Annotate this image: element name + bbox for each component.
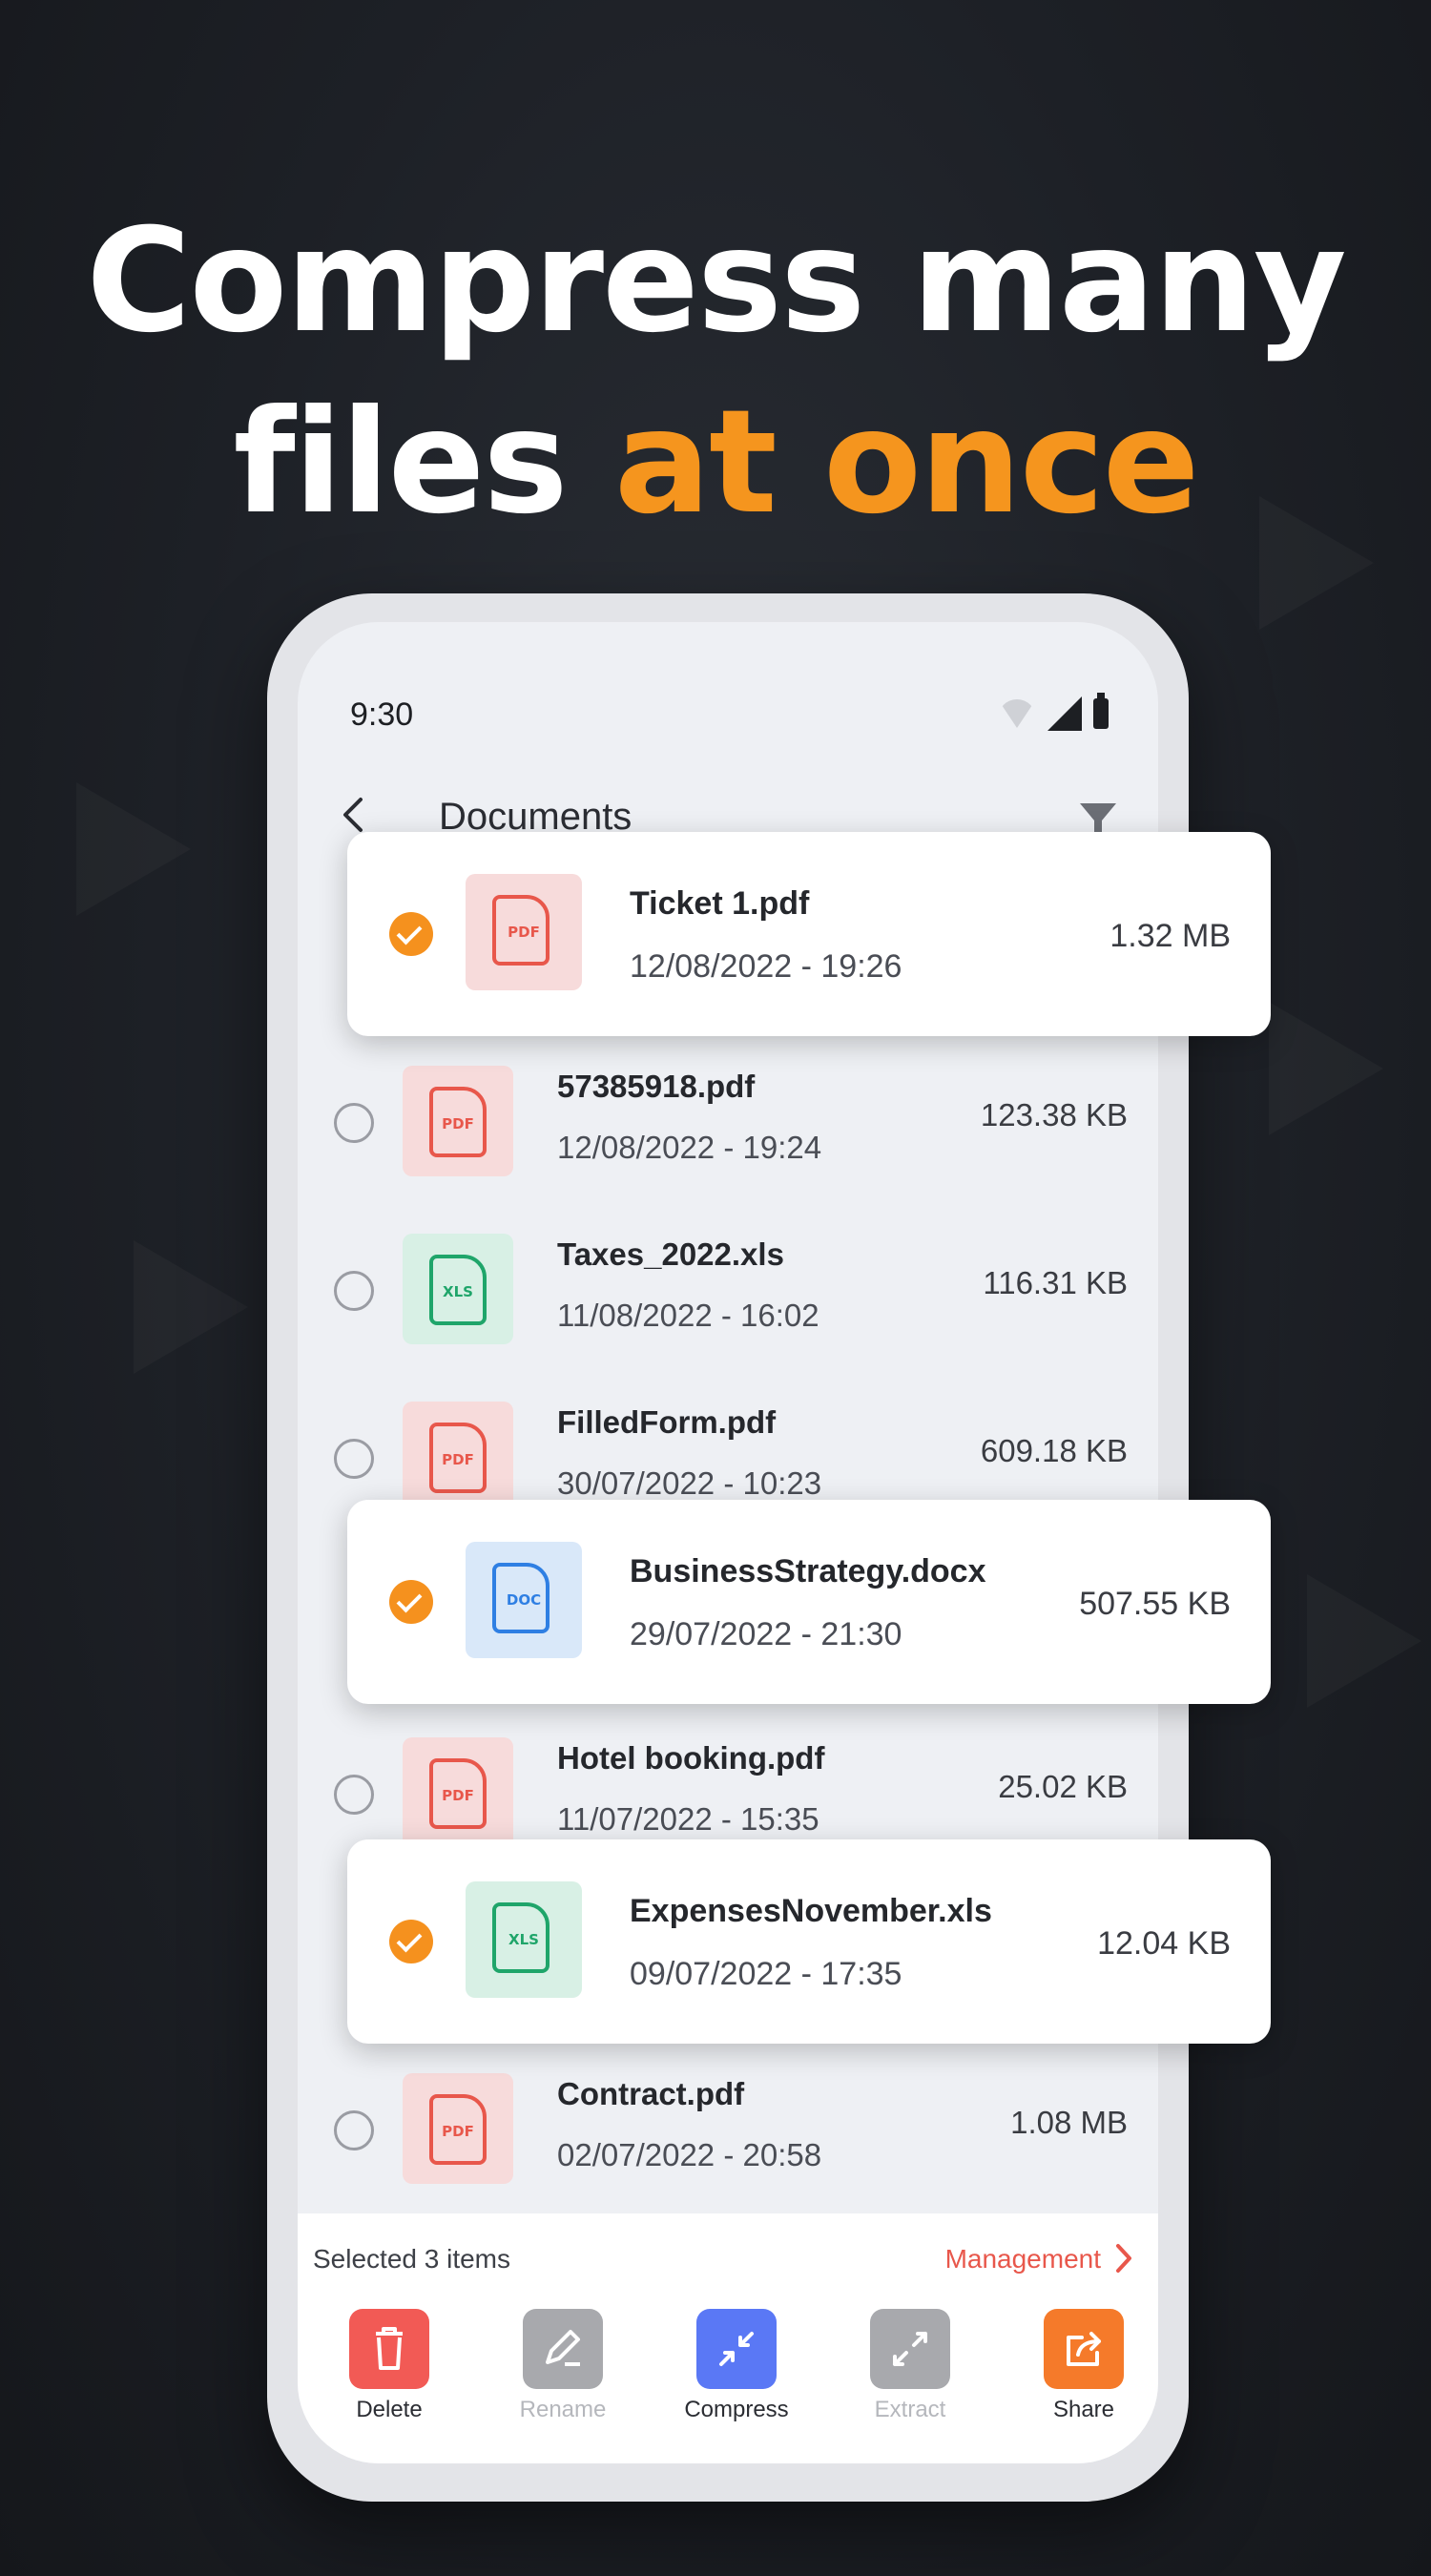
- battery-icon: [1093, 693, 1109, 729]
- pdf-file-icon: PDF: [403, 1737, 513, 1848]
- share-icon: [1044, 2309, 1124, 2389]
- file-card-selected[interactable]: PDF Ticket 1.pdf 12/08/2022 - 19:26 1.32…: [347, 832, 1271, 1036]
- file-name: FilledForm.pdf: [557, 1404, 777, 1440]
- extract-label: Extract: [874, 2397, 946, 2422]
- compress-arrows-icon: [696, 2309, 777, 2389]
- file-date: 29/07/2022 - 21:30: [630, 1616, 902, 1652]
- share-button[interactable]: Share: [1007, 2309, 1158, 2423]
- checkmark-icon[interactable]: [389, 912, 433, 956]
- file-size: 609.18 KB: [980, 1433, 1128, 1468]
- headline-line-1: Compress many: [86, 198, 1346, 364]
- file-size: 116.31 KB: [983, 1265, 1128, 1300]
- file-date: 30/07/2022 - 10:23: [557, 1465, 822, 1501]
- file-name: ExpensesNovember.xls: [630, 1893, 992, 1929]
- file-date: 02/07/2022 - 20:58: [557, 2137, 822, 2172]
- radio-unchecked[interactable]: [334, 1439, 374, 1479]
- chevron-right-icon[interactable]: [1110, 2242, 1137, 2275]
- doc-file-icon: DOC: [466, 1542, 582, 1658]
- pencil-icon: [523, 2309, 603, 2389]
- rename-label: Rename: [519, 2397, 607, 2422]
- background-triangle: [76, 782, 191, 916]
- file-date: 12/08/2022 - 19:24: [557, 1130, 822, 1165]
- background-triangle: [134, 1240, 248, 1374]
- trash-icon: [349, 2309, 429, 2389]
- file-name: Hotel booking.pdf: [557, 1740, 825, 1776]
- headline-plain: files: [233, 380, 614, 546]
- delete-label: Delete: [356, 2397, 423, 2422]
- file-row[interactable]: PDF Contract.pdf 02/07/2022 - 20:58 1.08…: [298, 2049, 1158, 2217]
- pdf-file-icon: PDF: [466, 874, 582, 990]
- file-date: 11/08/2022 - 16:02: [557, 1298, 819, 1333]
- status-time: 9:30: [350, 696, 414, 733]
- file-date: 11/07/2022 - 15:35: [557, 1801, 819, 1837]
- share-label: Share: [1052, 2397, 1115, 2422]
- file-name: 57385918.pdf: [557, 1069, 756, 1104]
- file-card-selected[interactable]: DOC BusinessStrategy.docx 29/07/2022 - 2…: [347, 1500, 1271, 1704]
- pdf-file-icon: PDF: [403, 1066, 513, 1176]
- headline-accent: at once: [613, 380, 1200, 546]
- file-size: 507.55 KB: [1079, 1586, 1231, 1622]
- radio-unchecked[interactable]: [334, 1103, 374, 1143]
- radio-unchecked[interactable]: [334, 1271, 374, 1311]
- back-arrow-icon[interactable]: [338, 796, 368, 834]
- file-card-selected[interactable]: XLS ExpensesNovember.xls 09/07/2022 - 17…: [347, 1839, 1271, 2044]
- file-size: 1.32 MB: [1110, 918, 1231, 954]
- file-name: Ticket 1.pdf: [630, 885, 810, 922]
- pdf-file-icon: PDF: [403, 2073, 513, 2184]
- file-size: 123.38 KB: [980, 1097, 1128, 1132]
- management-link[interactable]: Management: [945, 2244, 1101, 2275]
- file-size: 25.02 KB: [998, 1769, 1128, 1804]
- compress-button[interactable]: Compress: [660, 2309, 813, 2423]
- signal-icon: [1047, 696, 1082, 731]
- status-icons: [998, 693, 1109, 731]
- radio-unchecked[interactable]: [334, 1775, 374, 1815]
- checkmark-icon[interactable]: [389, 1920, 433, 1963]
- file-name: Taxes_2022.xls: [557, 1236, 784, 1272]
- xls-file-icon: XLS: [403, 1234, 513, 1344]
- wifi-icon: [998, 699, 1036, 728]
- file-size: 12.04 KB: [1097, 1925, 1231, 1962]
- pdf-file-icon: PDF: [403, 1402, 513, 1512]
- selected-count: Selected 3 items: [313, 2244, 510, 2274]
- headline-line-2: files at once: [0, 372, 1431, 553]
- file-row[interactable]: PDF 57385918.pdf 12/08/2022 - 19:24 123.…: [298, 1042, 1158, 1210]
- headline: Compress many files at once: [0, 191, 1431, 553]
- file-name: Contract.pdf: [557, 2076, 745, 2111]
- compress-label: Compress: [684, 2397, 789, 2422]
- expand-arrows-icon: [870, 2309, 950, 2389]
- background-triangle: [1269, 1002, 1383, 1135]
- radio-unchecked[interactable]: [334, 2110, 374, 2150]
- selection-panel: Selected 3 items Management Delete Renam…: [298, 2213, 1158, 2463]
- file-date: 12/08/2022 - 19:26: [630, 948, 902, 985]
- extract-button[interactable]: Extract: [834, 2309, 986, 2423]
- xls-file-icon: XLS: [466, 1881, 582, 1998]
- delete-button[interactable]: Delete: [313, 2309, 466, 2423]
- rename-button[interactable]: Rename: [487, 2309, 639, 2423]
- file-date: 09/07/2022 - 17:35: [630, 1956, 902, 1992]
- checkmark-icon[interactable]: [389, 1580, 433, 1624]
- file-name: BusinessStrategy.docx: [630, 1553, 986, 1589]
- file-size: 1.08 MB: [1010, 2105, 1128, 2140]
- file-row[interactable]: XLS Taxes_2022.xls 11/08/2022 - 16:02 11…: [298, 1210, 1158, 1378]
- background-triangle: [1307, 1574, 1421, 1708]
